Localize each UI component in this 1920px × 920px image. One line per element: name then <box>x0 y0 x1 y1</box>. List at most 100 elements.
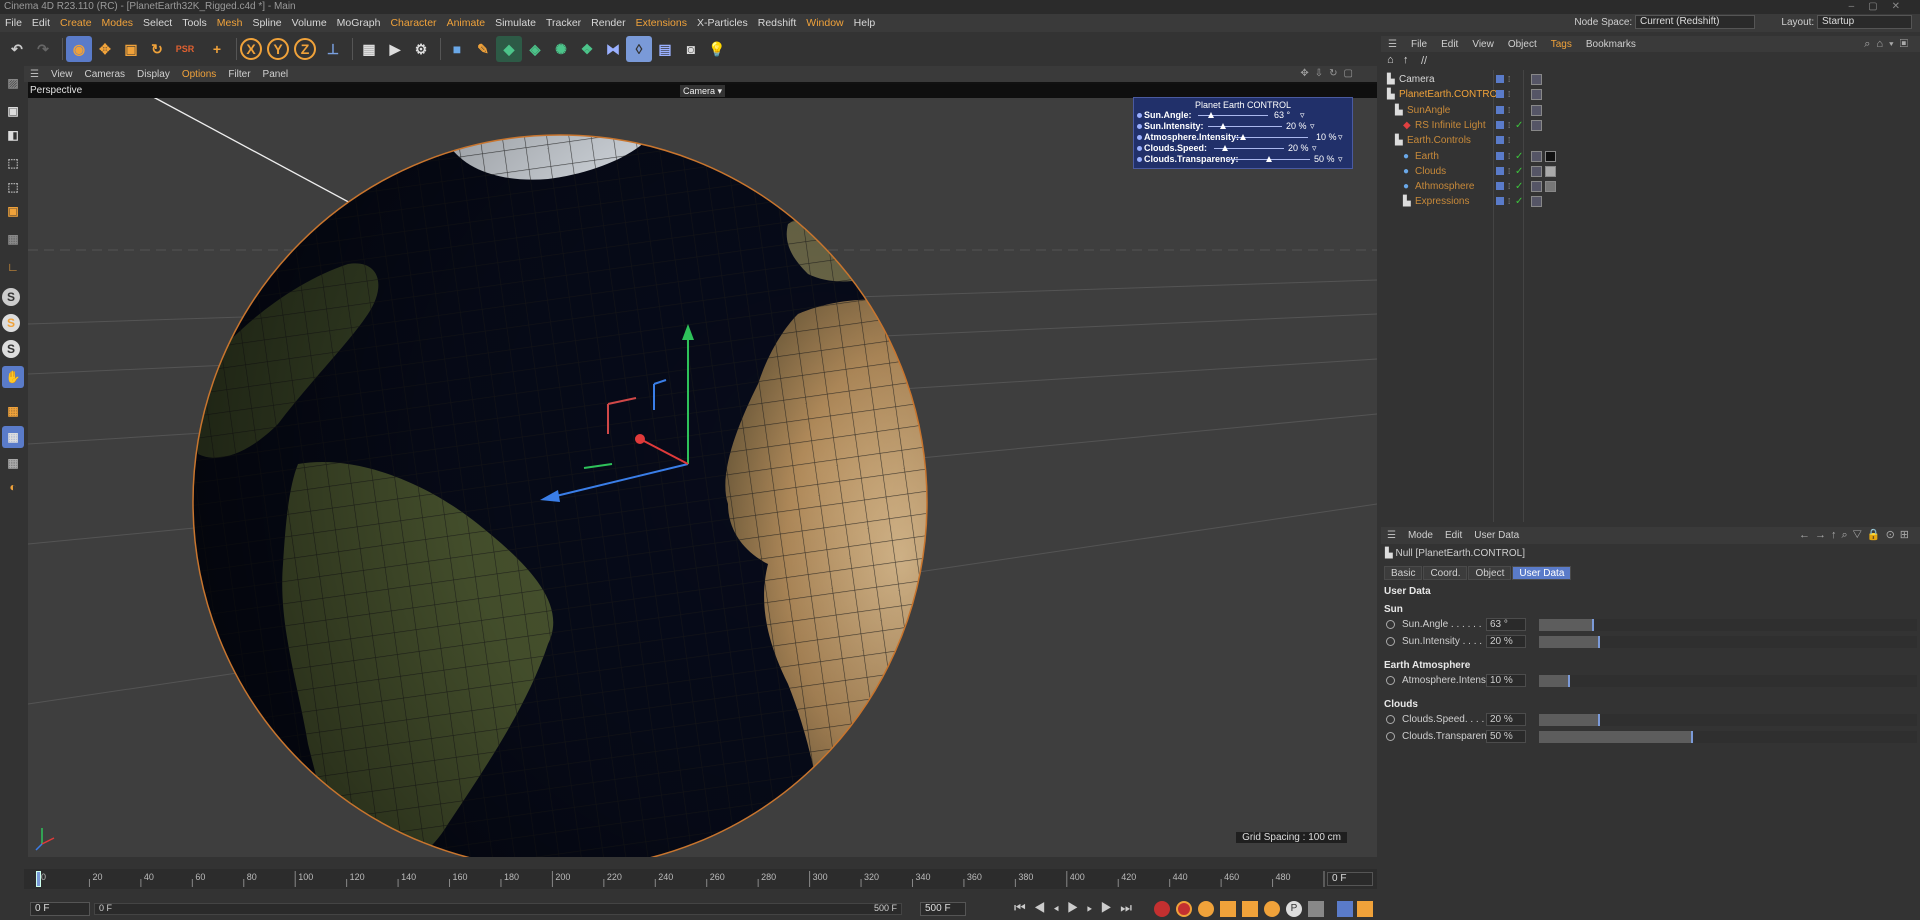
visibility-dots-icon[interactable]: ⁞ <box>1508 149 1510 164</box>
quantize-icon[interactable]: S <box>2 340 20 358</box>
object-name[interactable]: PlanetEarth.CONTROL <box>1399 87 1503 102</box>
control-row-clouds-speed[interactable]: Clouds.Speed: 20 % ▿ <box>1134 143 1352 154</box>
menu-x-particles[interactable]: X-Particles <box>692 14 753 32</box>
am-menu-user-data[interactable]: User Data <box>1468 527 1525 544</box>
object-tag-icon[interactable] <box>1531 181 1542 193</box>
param-slider[interactable] <box>1539 636 1917 648</box>
snap-icon[interactable]: S <box>2 288 20 306</box>
viewport-menu-display[interactable]: Display <box>131 67 176 83</box>
y-axis-icon[interactable]: Y <box>267 38 289 60</box>
menu-mesh[interactable]: Mesh <box>212 14 248 32</box>
cube-icon[interactable]: ■ <box>444 36 470 62</box>
camera-icon[interactable]: ◙ <box>678 36 704 62</box>
snap-settings-icon[interactable]: S <box>2 314 20 332</box>
am-toolbar-icons[interactable]: ←→↑⌕▽🔒⊙⊞ <box>1799 527 1914 544</box>
visibility-dots-icon[interactable]: ⁞ <box>1508 133 1510 148</box>
viewport[interactable]: ✳ <box>28 82 1377 857</box>
param-slider[interactable] <box>1539 714 1917 726</box>
param-slider[interactable] <box>1539 731 1917 743</box>
menu-tracker[interactable]: Tracker <box>541 14 586 32</box>
viewport-navigation-icons[interactable]: ✥⇩↻▢ <box>1300 66 1359 82</box>
object-row[interactable]: ▙ SunAngle ⁞ <box>1381 103 1920 118</box>
object-tag-icon[interactable] <box>1531 104 1542 116</box>
pen-icon[interactable]: ✎ <box>470 36 496 62</box>
visibility-dots-icon[interactable]: ⁞ <box>1508 164 1510 179</box>
record-icon[interactable] <box>1154 901 1170 917</box>
live-select-icon[interactable]: ◉ <box>66 36 92 62</box>
attribute-manager-hamburger-icon[interactable]: ☰ <box>1381 527 1402 544</box>
animate-param-icon[interactable] <box>1386 715 1395 724</box>
object-tag-icon[interactable] <box>1531 196 1542 208</box>
model-mode-icon[interactable]: ▣ <box>2 100 24 122</box>
param-value-field[interactable]: 63 ° <box>1486 618 1526 631</box>
texture-mode-icon[interactable]: ◧ <box>2 124 24 146</box>
object-tag-icon[interactable] <box>1531 165 1542 177</box>
object-row[interactable]: ▙ PlanetEarth.CONTROL ⁞ <box>1381 87 1920 102</box>
menu-animate[interactable]: Animate <box>442 14 491 32</box>
param-value-field[interactable]: 10 % <box>1486 674 1526 687</box>
control-row-sun-angle[interactable]: Sun.Angle: 63 ° ▿ <box>1134 110 1352 121</box>
layer-color-swatch[interactable] <box>1496 136 1504 145</box>
menu-character[interactable]: Character <box>385 14 441 32</box>
mograph-icon[interactable]: ❖ <box>574 36 600 62</box>
menu-tools[interactable]: Tools <box>177 14 212 32</box>
tab-user-data[interactable]: User Data <box>1512 566 1572 580</box>
animate-param-icon[interactable] <box>1386 637 1395 646</box>
transport-controls[interactable]: ⏮◀◂▶▸▶⏭ <box>1014 900 1140 916</box>
extrude-icon[interactable]: ◈ <box>522 36 548 62</box>
tab-object[interactable]: Object <box>1468 566 1512 580</box>
layer-color-swatch[interactable] <box>1496 75 1504 83</box>
control-row-atmosphere-intensity[interactable]: Atmosphere.Intensity: 10 % ▿ <box>1134 132 1352 143</box>
animate-param-icon[interactable] <box>1386 620 1395 629</box>
om-menu-file[interactable]: File <box>1404 37 1434 53</box>
keyframe-tools[interactable]: P <box>1154 901 1324 917</box>
visibility-dots-icon[interactable]: ⁞ <box>1508 118 1510 133</box>
tab-basic[interactable]: Basic <box>1384 566 1423 580</box>
layer-color-swatch[interactable] <box>1496 197 1504 206</box>
object-row[interactable]: ● Earth ⁞ ✓ <box>1381 149 1920 164</box>
menu-simulate[interactable]: Simulate <box>490 14 541 32</box>
enabled-check-icon[interactable]: ✓ <box>1515 194 1523 209</box>
move-icon[interactable]: ✥ <box>92 36 118 62</box>
object-tag-icon[interactable] <box>1531 150 1542 162</box>
scale-key-icon[interactable] <box>1242 901 1258 917</box>
layer-color-swatch[interactable] <box>1496 105 1504 114</box>
tab-coord[interactable]: Coord. <box>1423 566 1468 580</box>
visibility-dots-icon[interactable]: ⁞ <box>1508 72 1510 87</box>
param-value-field[interactable]: 20 % <box>1486 635 1526 648</box>
polygons-mode-icon[interactable]: ▣ <box>2 200 24 222</box>
visibility-dots-icon[interactable]: ⁞ <box>1508 179 1510 194</box>
menu-mograph[interactable]: MoGraph <box>332 14 386 32</box>
object-tag-icon[interactable] <box>1545 165 1556 177</box>
object-tag-icon[interactable] <box>1545 181 1556 193</box>
make-editable-icon[interactable]: ▨ <box>2 72 24 94</box>
layer-color-swatch[interactable] <box>1496 120 1504 129</box>
viewport-hamburger-icon[interactable]: ☰ <box>24 67 45 83</box>
points-mode-icon[interactable]: ⬚ <box>2 152 24 174</box>
object-name[interactable]: Earth.Controls <box>1407 133 1471 148</box>
enabled-check-icon[interactable]: ✓ <box>1515 179 1523 194</box>
timeline-playhead[interactable] <box>36 871 41 887</box>
object-name[interactable]: Clouds <box>1415 164 1446 179</box>
om-toolbar-icons[interactable]: ⌕⌂▾▣ <box>1864 36 1914 52</box>
om-menu-bookmarks[interactable]: Bookmarks <box>1579 37 1643 53</box>
object-name[interactable]: Camera <box>1399 72 1435 87</box>
subdivision-icon[interactable]: ◆ <box>496 36 522 62</box>
menu-redshift[interactable]: Redshift <box>753 14 802 32</box>
menu-render[interactable]: Render <box>586 14 630 32</box>
object-name[interactable]: Athmosphere <box>1415 179 1474 194</box>
om-menu-tags[interactable]: Tags <box>1544 37 1579 53</box>
control-row-sun-intensity[interactable]: Sun.Intensity: 20 % ▿ <box>1134 121 1352 132</box>
am-menu-edit[interactable]: Edit <box>1439 527 1468 544</box>
render-settings-icon[interactable]: ⚙ <box>408 36 434 62</box>
viewport-menu-options[interactable]: Options <box>176 67 222 83</box>
visibility-dots-icon[interactable]: ⁞ <box>1508 103 1510 118</box>
object-name[interactable]: Earth <box>1415 149 1439 164</box>
keyframe-selection-icon[interactable] <box>1198 901 1214 917</box>
field-icon[interactable]: ◊ <box>626 36 652 62</box>
object-row[interactable]: ◆ RS Infinite Light ⁞ ✓ <box>1381 118 1920 133</box>
object-row[interactable]: ▙ Camera ⁞ <box>1381 72 1920 87</box>
scheme-icon[interactable] <box>1337 901 1353 917</box>
home-icon[interactable]: ⌂ <box>1387 54 1394 66</box>
up-arrow-icon[interactable]: ↑ <box>1403 54 1409 66</box>
